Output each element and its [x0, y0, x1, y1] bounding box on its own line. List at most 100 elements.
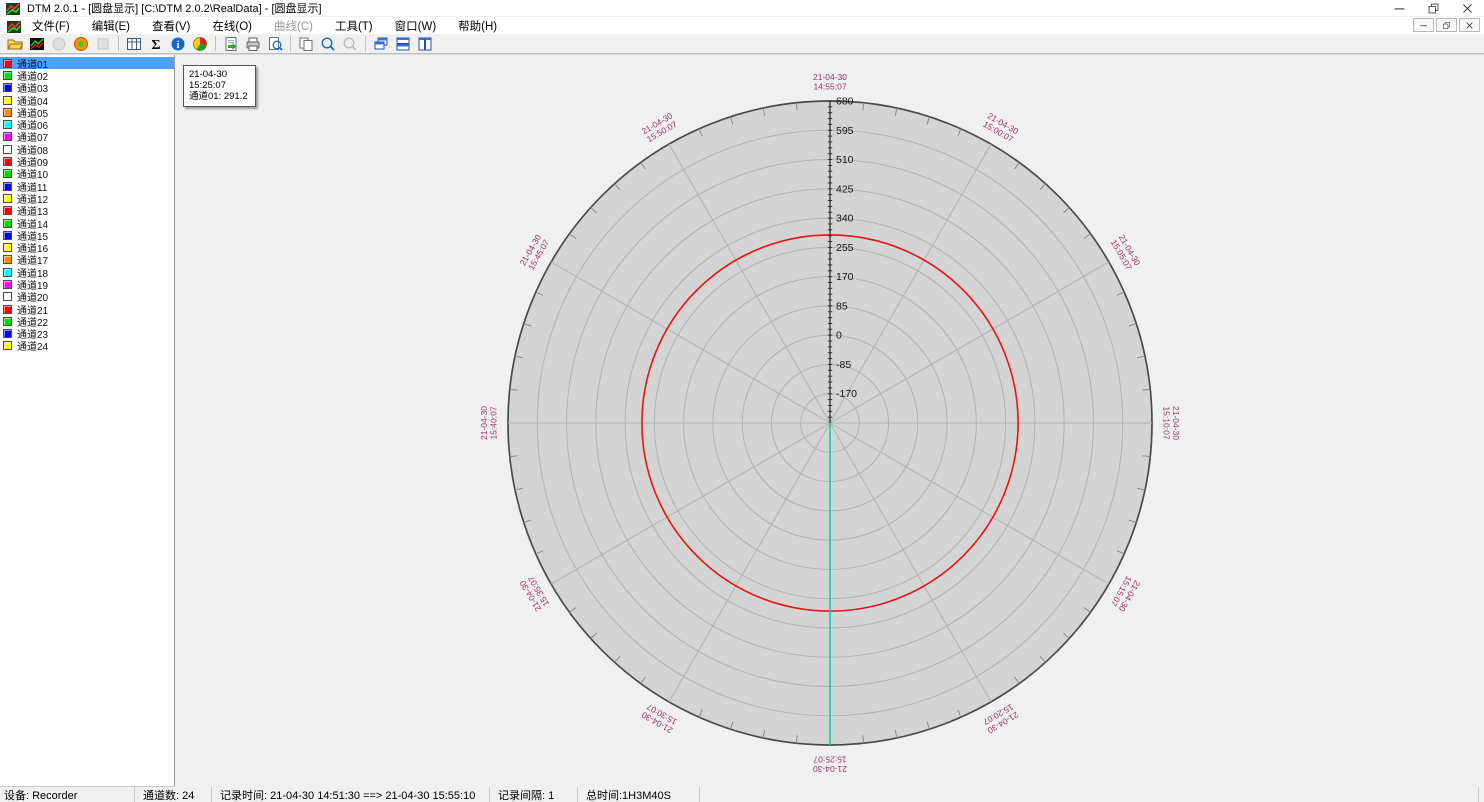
svg-text:21-04-3015:30:07: 21-04-3015:30:07 — [640, 701, 679, 735]
menu-item-4: 曲线(C) — [274, 18, 313, 34]
time-label: 21-04-3015:25:07 — [813, 755, 847, 775]
sigma-button[interactable]: Σ — [145, 34, 167, 53]
channel-color-swatch — [3, 182, 12, 191]
time-label: 21-04-3015:35:07 — [517, 574, 551, 613]
close-button[interactable] — [1450, 0, 1484, 17]
open-folder-button[interactable] — [4, 34, 26, 53]
menu-item-1[interactable]: 编辑(E) — [92, 18, 130, 34]
toolbar-separator — [290, 36, 291, 51]
time-label: 21-04-3014:55:07 — [813, 72, 847, 92]
trend-chart-button[interactable] — [26, 34, 48, 53]
svg-text:21-04-3015:00:07: 21-04-3015:00:07 — [981, 111, 1020, 145]
time-label: 21-04-3015:00:07 — [981, 111, 1020, 145]
print-preview-button[interactable] — [264, 34, 286, 53]
zoom-out-button — [339, 34, 361, 53]
status-segment-2: 记录时间: 21-04-30 14:51:30 ==> 21-04-30 15:… — [212, 787, 490, 802]
app-icon — [5, 1, 21, 17]
copy-icon — [298, 36, 314, 52]
channel-color-swatch — [3, 280, 12, 289]
menu-item-3[interactable]: 在线(O) — [212, 18, 252, 34]
print-button[interactable] — [242, 34, 264, 53]
export-page-button[interactable] — [220, 34, 242, 53]
status-segment-1: 通道数: 24 — [135, 787, 212, 802]
channel-color-swatch — [3, 132, 12, 141]
pie-chart-button[interactable] — [189, 34, 211, 53]
copy-button[interactable] — [295, 34, 317, 53]
restore-icon — [1427, 2, 1440, 15]
data-table-icon — [126, 36, 142, 52]
record-active-icon — [73, 36, 89, 52]
app-icon — [5, 1, 21, 15]
svg-text:21-04-3015:40:07: 21-04-3015:40:07 — [479, 406, 499, 440]
channel-item-24[interactable]: 通道24 — [0, 340, 174, 352]
menu-item-5[interactable]: 工具(T) — [335, 18, 373, 34]
radial-axis-label: -85 — [836, 359, 851, 371]
restore-icon — [1442, 21, 1451, 30]
zoom-in-button[interactable] — [317, 34, 339, 53]
status-segment-4: 总时间:1H3M40S — [578, 787, 700, 802]
status-segment-0: 设备: Recorder — [0, 787, 135, 802]
zoom-in-icon — [320, 36, 336, 52]
channel-color-swatch — [3, 157, 12, 166]
title-bar: DTM 2.0.1 - [圆盘显示] [C:\DTM 2.0.2\RealDat… — [0, 0, 1484, 17]
channel-color-swatch — [3, 329, 12, 338]
channel-color-swatch — [3, 145, 12, 154]
channel-color-swatch — [3, 169, 12, 178]
print-icon — [245, 36, 261, 52]
channel-color-swatch — [3, 120, 12, 129]
chart-tooltip: 21-04-30 15:25:07 通道01: 291.2 — [183, 65, 256, 107]
radial-axis-label: 0 — [836, 330, 842, 342]
tile-vertical-button[interactable] — [414, 34, 436, 53]
channel-color-swatch — [3, 305, 12, 314]
channel-color-swatch — [3, 243, 12, 252]
mdi-minimize-button[interactable] — [1413, 18, 1434, 32]
print-preview-icon — [267, 36, 283, 52]
cascade-windows-button[interactable] — [370, 34, 392, 53]
mdi-restore-button[interactable] — [1436, 18, 1457, 32]
mdi-close-button[interactable] — [1459, 18, 1480, 32]
menu-items: 文件(F) 编辑(E) 查看(V) 在线(O) 曲线(C) 工具(T) 窗口(W) 帮助(H) — [32, 18, 519, 34]
channel-color-swatch — [3, 96, 12, 105]
toolbar-separator — [215, 36, 216, 51]
time-label: 21-04-3015:20:07 — [981, 702, 1020, 736]
radial-axis-label: 170 — [836, 271, 854, 283]
restore-button[interactable] — [1416, 0, 1450, 17]
minimize-button[interactable] — [1382, 0, 1416, 17]
time-label: 21-04-3015:15:07 — [1108, 574, 1142, 613]
time-label: 21-04-3015:50:07 — [640, 110, 679, 144]
channel-color-swatch — [3, 194, 12, 203]
sigma-icon: Σ — [148, 36, 164, 52]
close-icon — [1465, 21, 1474, 30]
trend-chart-icon — [29, 36, 45, 52]
toolbar: Σi — [0, 34, 1484, 54]
svg-text:21-04-3015:20:07: 21-04-3015:20:07 — [981, 702, 1020, 736]
menu-item-2[interactable]: 查看(V) — [152, 18, 190, 34]
radial-axis-label: 595 — [836, 125, 854, 137]
status-segment-5 — [700, 787, 1479, 802]
data-table-button[interactable] — [123, 34, 145, 53]
time-label: 21-04-3015:10:07 — [1162, 406, 1182, 440]
svg-text:21-04-3015:25:07: 21-04-3015:25:07 — [813, 755, 847, 775]
time-label: 21-04-3015:45:07 — [518, 233, 552, 272]
menu-item-6[interactable]: 窗口(W) — [395, 18, 437, 34]
window-title: DTM 2.0.1 - [圆盘显示] [C:\DTM 2.0.2\RealDat… — [27, 0, 1382, 16]
stop-square-button — [92, 34, 114, 53]
menu-item-7[interactable]: 帮助(H) — [458, 18, 497, 34]
info-button[interactable]: i — [167, 34, 189, 53]
polar-chart[interactable]: 680595510425340255170850-85-17021-04-301… — [175, 55, 1484, 787]
channel-label: 通道24 — [17, 338, 48, 353]
open-folder-icon — [7, 36, 23, 52]
radial-axis-label: 680 — [836, 96, 854, 108]
menu-item-0[interactable]: 文件(F) — [32, 18, 70, 34]
toolbar-separator — [365, 36, 366, 51]
radial-axis-label: 425 — [836, 183, 854, 195]
pie-chart-icon — [192, 36, 208, 52]
svg-text:21-04-3015:35:07: 21-04-3015:35:07 — [517, 574, 551, 613]
tooltip-value: 通道01: 291.2 — [189, 91, 248, 102]
record-active-button[interactable] — [70, 34, 92, 53]
tile-horizontal-button[interactable] — [392, 34, 414, 53]
record-circle-button — [48, 34, 70, 53]
channel-color-swatch — [3, 292, 12, 301]
svg-text:21-04-3015:10:07: 21-04-3015:10:07 — [1162, 406, 1182, 440]
svg-text:21-04-3015:45:07: 21-04-3015:45:07 — [518, 233, 552, 272]
